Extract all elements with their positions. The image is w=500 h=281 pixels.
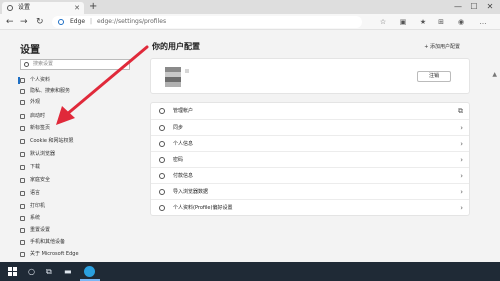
search-icon[interactable]: ○	[28, 267, 35, 276]
windows-taskbar: ○ ⧉ ▬	[0, 262, 500, 281]
annotation-arrow	[56, 45, 149, 125]
edge-taskbar-icon[interactable]	[84, 266, 95, 277]
task-view-icon[interactable]: ⧉	[46, 267, 52, 276]
file-explorer-icon[interactable]: ▬	[64, 267, 72, 276]
windows-start-icon[interactable]	[8, 267, 17, 276]
